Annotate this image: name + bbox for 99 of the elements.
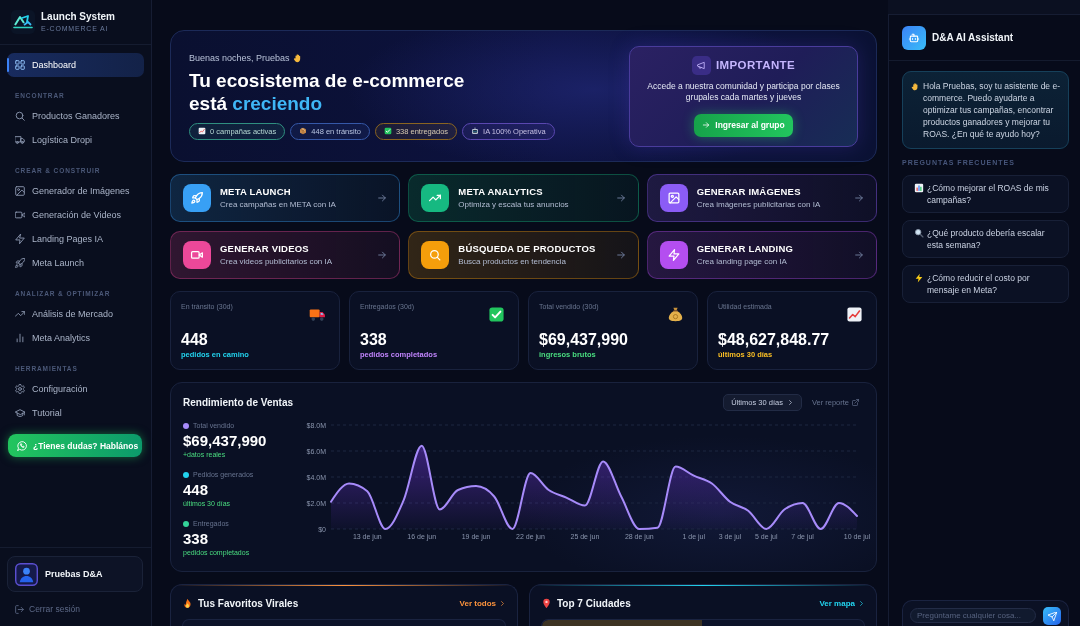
logo-icon (11, 10, 35, 34)
hero-title: Tu ecosistema de e-commerce está creciendo (189, 68, 466, 115)
chart-up-icon (198, 127, 206, 135)
action-title: META ANALYTICS (458, 186, 544, 197)
arrow-right-icon (702, 121, 711, 129)
user-name: Pruebas D&A (45, 569, 103, 579)
magnifier-icon (914, 228, 924, 238)
robot-icon (471, 127, 480, 135)
action-title: GENERAR IMÁGENES (696, 186, 802, 197)
trend-line-icon (15, 309, 25, 319)
nav-item[interactable]: Productos Ganadores (7, 104, 144, 128)
card-title: Top 7 Ciudades (557, 598, 631, 609)
search-icon (15, 111, 25, 121)
check-box-icon (383, 127, 392, 135)
action-subtitle: Crea campañas en META con IA (220, 200, 336, 210)
chart-up-icon (846, 306, 863, 323)
send-icon (1047, 611, 1057, 621)
settings-icon (15, 384, 25, 394)
send-button[interactable] (1043, 607, 1061, 625)
card-title: Tus Favoritos Virales (198, 598, 299, 609)
logout-icon (15, 604, 24, 614)
brand-name: Launch System (41, 11, 115, 23)
view-all-link[interactable]: Ver mapa (819, 599, 865, 608)
arrow-right-icon (377, 193, 388, 203)
action-title: GENERAR LANDING (696, 243, 794, 254)
grid-icon (15, 60, 25, 70)
action-subtitle: Optimiza y escala tus anuncios (458, 200, 569, 210)
action-card[interactable]: GENERAR IMÁGENES Crea imágenes publicitarias con IA (646, 174, 877, 222)
chevron-right-icon (786, 399, 794, 406)
flame-icon (182, 598, 193, 609)
action-card[interactable]: META LAUNCH Crea campañas en META con IA (170, 174, 401, 222)
nav-item[interactable]: Análisis de Mercado (7, 302, 144, 326)
package-icon (299, 127, 308, 135)
chevron-right-icon (499, 600, 506, 607)
robot-icon (902, 25, 926, 50)
greeting-text: Buenas noches, Pruebas (189, 52, 290, 64)
action-card[interactable]: GENERAR LANDING Crea landing page con IA (646, 231, 877, 279)
faq-item[interactable]: ¿Qué producto debería escalar esta semana? (902, 220, 1069, 258)
logout-link[interactable]: Cerrar sesión (15, 603, 81, 615)
check-box-icon (488, 306, 505, 323)
nav-item[interactable]: Tutorial (7, 401, 144, 425)
action-title: GENERAR VIDEOS (220, 243, 310, 254)
rocket-icon (15, 258, 25, 268)
bar-chart-icon (15, 333, 25, 343)
action-title: BÚSQUEDA DE PRODUCTOS (458, 243, 596, 254)
nav-item[interactable]: Generador de Imágenes (7, 179, 144, 203)
action-card[interactable]: META ANALYTICS Optimiza y escala tus anuncios (408, 174, 639, 222)
stat-value: $69,437,990 (539, 330, 628, 349)
notice-heading: IMPORTANTE (715, 59, 796, 71)
view-all-link[interactable]: Ver todos (459, 599, 506, 608)
user-silhouette-icon (15, 562, 38, 586)
action-subtitle: Crea videos publicitarios con IA (220, 257, 333, 267)
stat-value: 448 (181, 330, 208, 349)
stat-value: 338 (360, 330, 387, 349)
stat-value: $48,627,848.77 (718, 330, 830, 349)
arrow-right-icon (854, 250, 864, 260)
waving-hand-icon (911, 81, 920, 91)
megaphone-icon (691, 55, 711, 75)
truck-icon (15, 135, 25, 145)
arrow-right-icon (854, 193, 864, 203)
lightning-icon (914, 273, 924, 283)
nav-item[interactable]: Meta Launch (7, 251, 144, 275)
assistant-title: D&A AI Assistant (932, 32, 1014, 43)
nav-item[interactable]: Meta Analytics (7, 326, 144, 350)
lightning-icon (15, 234, 25, 244)
graduation-cap-icon (15, 408, 25, 418)
arrow-right-icon (377, 250, 388, 260)
action-card[interactable]: BÚSQUEDA DE PRODUCTOS Busca productos en tendencia (408, 231, 639, 279)
nav-item[interactable]: Landing Pages IA (7, 227, 144, 251)
action-card[interactable]: GENERAR VIDEOS Crea videos publicitarios con IA (170, 231, 401, 279)
chat-input[interactable]: Pregúntame cualquier cosa... (910, 608, 1036, 623)
arrow-right-icon (615, 250, 626, 260)
nav-item[interactable]: Logística Dropi (7, 128, 144, 152)
action-title: META LAUNCH (220, 186, 292, 197)
faq-item[interactable]: ¿Cómo reducir el costo por mensaje en Meta? (902, 265, 1069, 303)
action-subtitle: Busca productos en tendencia (458, 257, 567, 267)
map-pin-icon (541, 598, 552, 609)
notice-text: Accede a nuestra comunidad y participa por clases grupales cada martes y jueves (646, 80, 841, 104)
legend-value: $69,437,990 (183, 432, 268, 449)
action-subtitle: Crea landing page con IA (696, 257, 788, 267)
arrow-right-icon (615, 193, 626, 203)
money-bag-icon (667, 306, 684, 323)
bar-chart-icon (914, 183, 924, 193)
waving-hand-icon (292, 53, 303, 63)
nav-item[interactable]: Dashboard (7, 53, 144, 77)
legend-value: 338 (183, 530, 210, 547)
faq-item[interactable]: ¿Cómo mejorar el ROAS de mis campañas? (902, 175, 1069, 213)
video-camera-icon (15, 210, 25, 220)
image-icon (15, 186, 25, 196)
chevron-right-icon (858, 600, 865, 607)
nav-item[interactable]: Configuración (7, 377, 144, 401)
legend-value: 448 (183, 481, 210, 498)
action-subtitle: Crea imágenes publicitarias con IA (696, 200, 821, 210)
user-card[interactable]: Pruebas D&A (7, 556, 143, 592)
chat-message: Hola Pruebas, soy tu asistente de e-commerce. Puedo ayudarte a optimizar tus campañas, encontrar productos ganadores y mejorar tu ROAS. ¿En qué te ayudo hoy? (923, 80, 1061, 140)
chat-bubble-icon (17, 440, 27, 451)
nav-item[interactable]: Generación de Videos (7, 203, 144, 227)
chart-title: Rendimiento de Ventas (183, 397, 294, 408)
external-link-icon (852, 399, 859, 406)
